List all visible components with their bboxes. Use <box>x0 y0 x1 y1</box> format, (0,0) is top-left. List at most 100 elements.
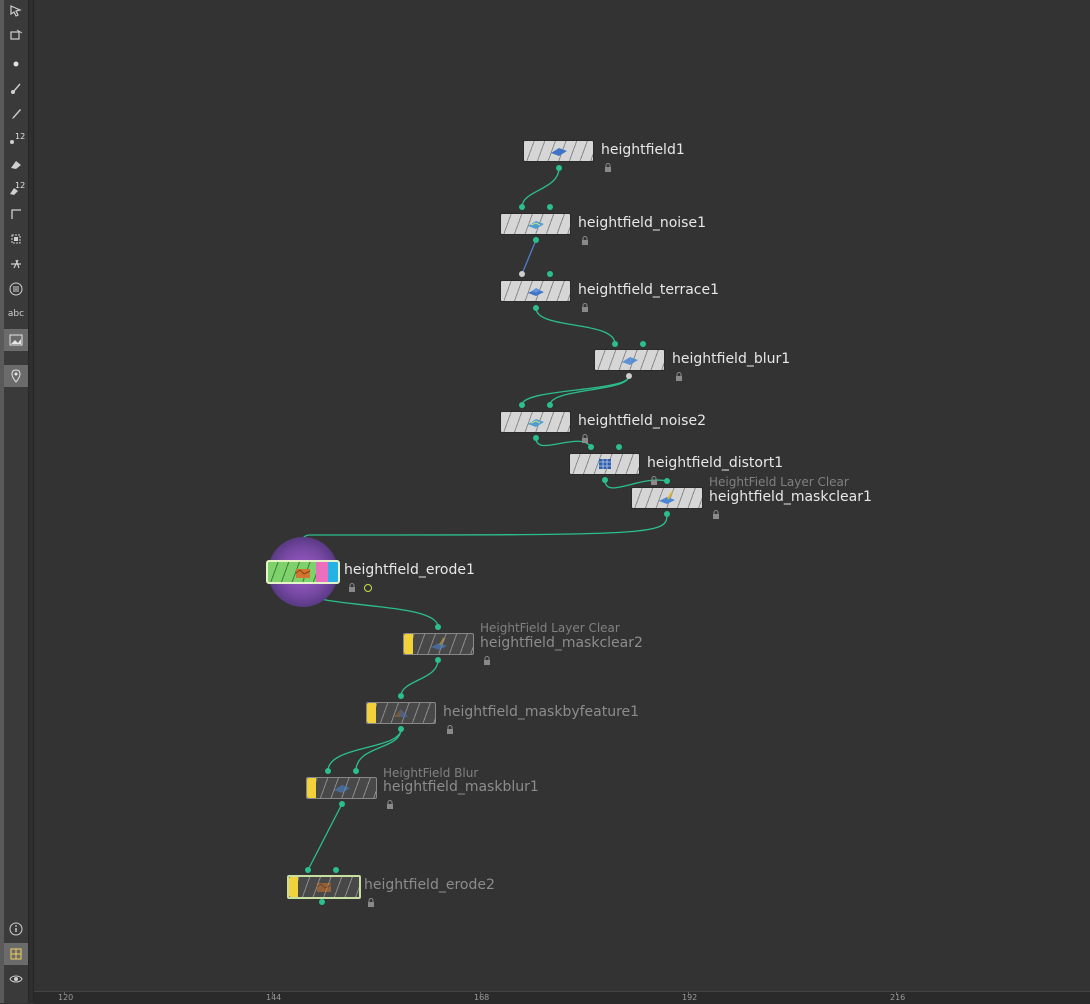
node-heightfield1[interactable] <box>523 140 594 162</box>
timeline-ruler[interactable]: 120 144 168 192 216 <box>34 991 1090 1004</box>
wire <box>300 513 668 561</box>
node-label-heightfield_maskbyfeature1: heightfield_maskbyfeature1 <box>443 704 640 720</box>
ruler-label: 144 <box>266 993 282 1002</box>
node-label-heightfield_erode2: heightfield_erode2 <box>364 877 495 893</box>
node-label-heightfield_maskblur1: heightfield_maskblur1 <box>383 779 539 795</box>
node-label-heightfield_terrace1: heightfield_terrace1 <box>578 282 719 298</box>
node-heightfield_terrace1[interactable] <box>500 280 571 302</box>
lock-icon[interactable] <box>581 236 589 245</box>
input-port <box>353 768 359 774</box>
lock-icon[interactable] <box>712 510 720 519</box>
input-port <box>325 768 331 774</box>
wire <box>400 659 439 697</box>
heightfield-layer-clear-icon <box>430 637 448 651</box>
node-heightfield_erode2[interactable] <box>287 875 361 899</box>
input-port <box>640 341 646 347</box>
input-port <box>398 693 404 699</box>
ruler-label: 168 <box>474 993 490 1002</box>
wire <box>307 803 343 871</box>
node-heightfield_maskclear2[interactable] <box>403 633 474 655</box>
wire <box>355 728 402 772</box>
input-port <box>519 204 525 210</box>
heightfield-blur-icon <box>333 781 351 795</box>
ruler-label: 216 <box>890 993 906 1002</box>
wire <box>549 375 630 406</box>
bypass-flag[interactable] <box>404 634 413 654</box>
input-port <box>547 402 553 408</box>
output-port <box>556 165 562 171</box>
bypass-flag[interactable] <box>367 703 376 723</box>
node-heightfield_maskblur1[interactable] <box>306 777 377 799</box>
node-label-heightfield_noise2: heightfield_noise2 <box>578 413 706 429</box>
input-port <box>333 867 339 873</box>
node-heightfield_noise1[interactable] <box>500 213 571 235</box>
bypass-flag[interactable] <box>289 877 298 897</box>
lock-icon[interactable] <box>604 163 612 172</box>
node-heightfield_maskbyfeature1[interactable] <box>366 702 436 724</box>
lock-icon[interactable] <box>483 656 491 665</box>
wire <box>521 239 537 275</box>
input-port <box>612 341 618 347</box>
output-port <box>664 511 670 517</box>
heightfield-blur-icon <box>621 353 639 367</box>
bypass-flag[interactable] <box>307 778 316 798</box>
output-port <box>626 373 632 379</box>
lock-icon[interactable] <box>348 583 356 592</box>
input-port <box>616 444 622 450</box>
ruler-label: 192 <box>682 993 698 1002</box>
heightfield-noise-icon <box>527 217 545 231</box>
heightfield-icon <box>550 144 568 158</box>
wire <box>521 167 560 208</box>
input-port <box>547 271 553 277</box>
template-flag[interactable] <box>316 562 328 582</box>
node-heightfield_distort1[interactable] <box>569 453 640 475</box>
node-heightfield_erode1[interactable] <box>266 560 340 584</box>
node-label-heightfield_maskclear2: heightfield_maskclear2 <box>480 635 643 651</box>
node-type-heightfield_maskclear2: HeightField Layer Clear <box>480 621 620 635</box>
node-heightfield_maskclear1[interactable] <box>631 487 703 509</box>
heightfield-mask-feature-icon <box>392 706 410 720</box>
lock-icon[interactable] <box>650 476 658 485</box>
node-label-heightfield1: heightfield1 <box>601 142 685 158</box>
input-port <box>305 867 311 873</box>
node-heightfield_blur1[interactable] <box>594 349 665 371</box>
heightfield-erode-icon <box>315 880 333 894</box>
node-label-heightfield_erode1: heightfield_erode1 <box>344 562 475 578</box>
wire <box>521 375 630 406</box>
output-port <box>398 726 404 732</box>
node-type-heightfield_maskblur1: HeightField Blur <box>383 766 479 780</box>
lock-icon[interactable] <box>675 372 683 381</box>
lock-icon[interactable] <box>581 434 589 443</box>
node-type-heightfield_maskclear1: HeightField Layer Clear <box>709 475 849 489</box>
heightfield-terrace-icon <box>527 284 545 298</box>
display-flag[interactable] <box>328 562 338 582</box>
input-port <box>519 271 525 277</box>
input-port <box>435 624 441 630</box>
node-label-heightfield_blur1: heightfield_blur1 <box>672 351 791 367</box>
output-port <box>533 305 539 311</box>
lock-icon[interactable] <box>386 800 394 809</box>
node-label-heightfield_distort1: heightfield_distort1 <box>647 455 784 471</box>
input-port <box>588 444 594 450</box>
ruler-label: 120 <box>58 993 74 1002</box>
heightfield-noise-icon <box>527 415 545 429</box>
lock-icon[interactable] <box>446 725 454 734</box>
heightfield-layer-clear-icon <box>658 491 676 505</box>
input-port <box>519 402 525 408</box>
heightfield-erode-icon <box>294 565 312 579</box>
wire <box>535 307 616 345</box>
input-port <box>664 478 670 484</box>
wire <box>327 728 402 772</box>
lock-icon[interactable] <box>581 303 589 312</box>
output-port <box>435 657 441 663</box>
output-port <box>339 801 345 807</box>
heightfield-distort-icon <box>596 457 614 471</box>
lock-icon[interactable] <box>367 898 375 907</box>
output-port <box>319 899 325 905</box>
node-heightfield_noise2[interactable] <box>500 411 571 433</box>
output-port <box>602 477 608 483</box>
display-indicator-icon <box>364 584 372 592</box>
input-port <box>547 204 553 210</box>
node-label-heightfield_maskclear1: heightfield_maskclear1 <box>709 489 872 505</box>
output-port <box>533 237 539 243</box>
